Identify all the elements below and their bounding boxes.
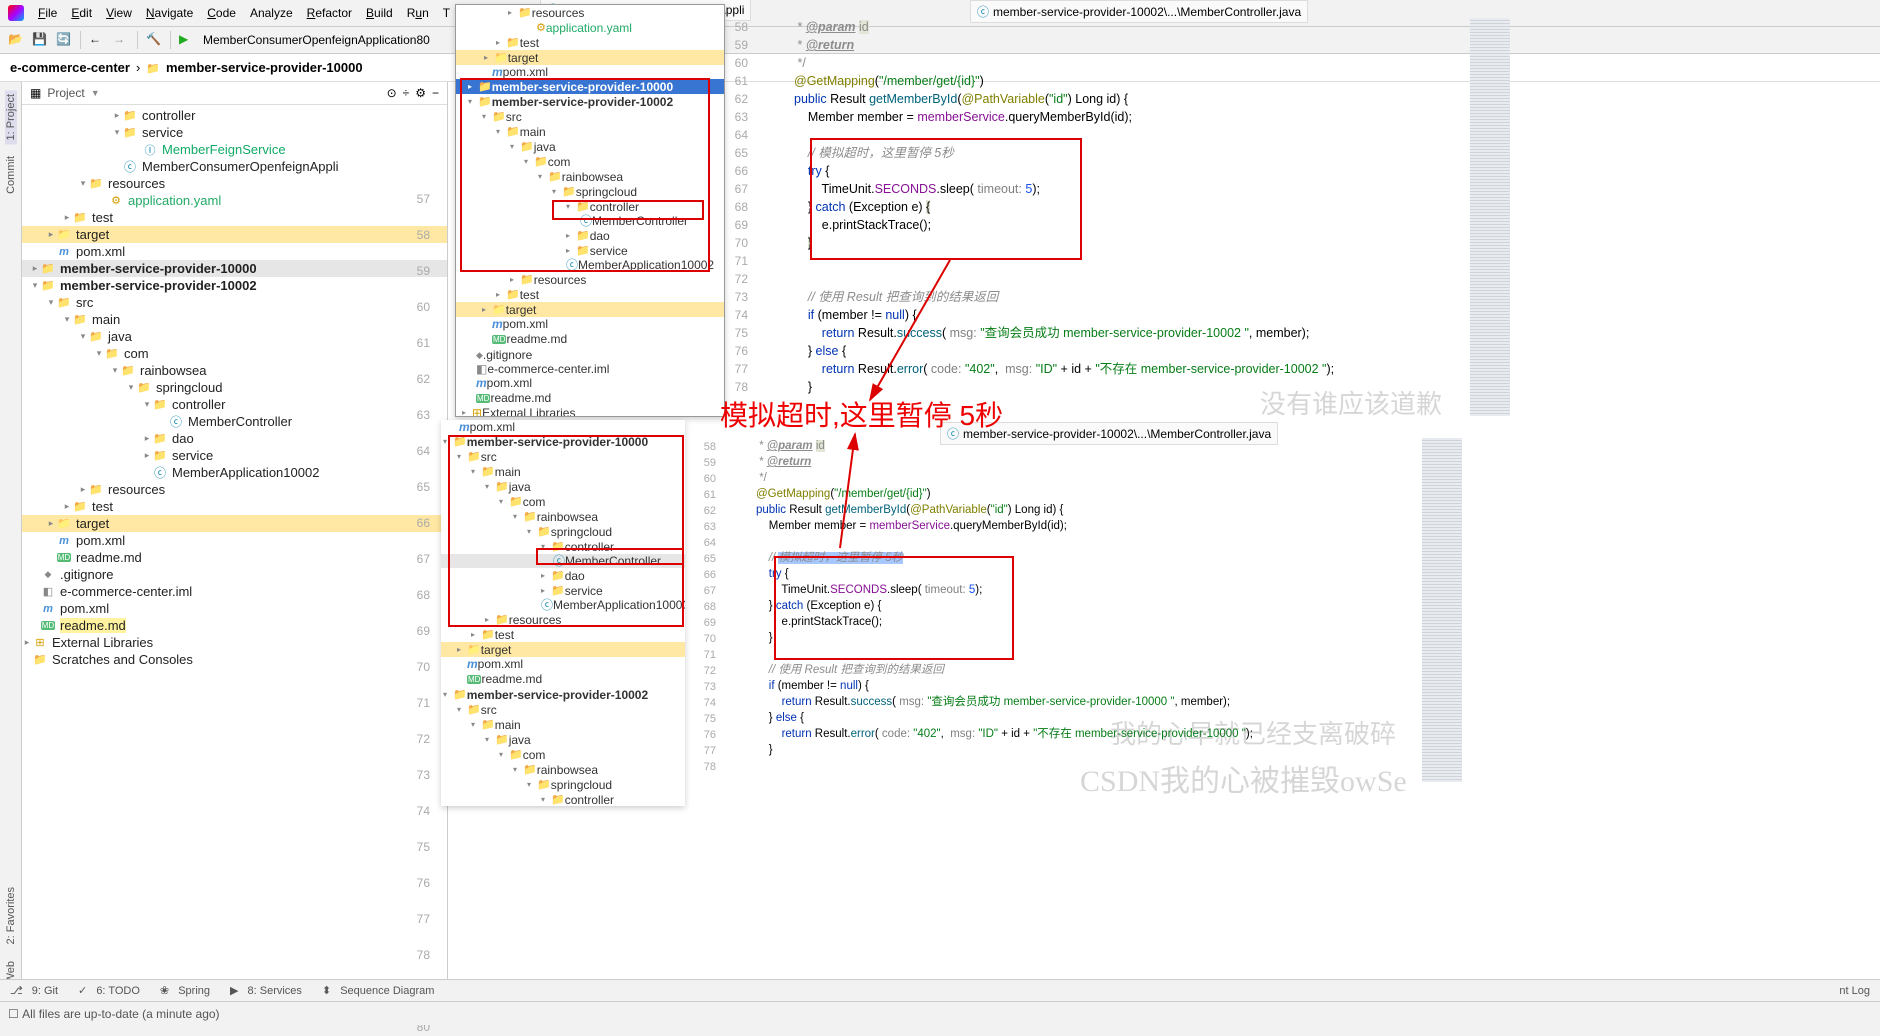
tab-label: member-service-provider-10002\...\Member… — [993, 5, 1301, 19]
tree-node-msp10000[interactable]: ▸member-service-provider-10000 — [22, 260, 447, 277]
tree-node-controller[interactable]: ▸controller — [22, 107, 447, 124]
status-icon: ☐ — [8, 1007, 19, 1021]
app-logo-icon — [8, 5, 24, 21]
tree-node-target[interactable]: ▸target — [22, 226, 447, 243]
menu-build[interactable]: Build — [360, 4, 399, 22]
open-icon[interactable]: 📂 — [8, 32, 24, 48]
folder-icon — [146, 60, 160, 75]
tree-node-target2[interactable]: ▸target — [22, 515, 447, 532]
tree-node-resources[interactable]: ▾resources — [22, 175, 447, 192]
tab-git[interactable]: ⎇ 9: Git — [4, 982, 70, 999]
tree-node-pom2[interactable]: pom.xml — [22, 532, 447, 549]
menu-run[interactable]: Run — [401, 4, 435, 22]
project-tool-window: ▦ Project ▼ ⊙ ÷ ⚙ − ▸controller ▾service… — [22, 82, 448, 987]
locate-icon[interactable]: ⊙ — [387, 86, 397, 100]
tree-node-java[interactable]: ▾java — [22, 328, 447, 345]
gutter-bg: 5758596061626364656667686970717273747576… — [402, 190, 436, 1036]
tree-node-member-controller[interactable]: MemberController — [22, 413, 447, 430]
tree-node-pom[interactable]: pom.xml — [22, 243, 447, 260]
gear-icon[interactable]: ⚙ — [415, 86, 426, 100]
sidebar-tab-project[interactable]: 1: Project — [5, 90, 17, 144]
tree-node-eciml[interactable]: e-commerce-center.iml — [22, 583, 447, 600]
tree-node-springcloud[interactable]: ▾springcloud — [22, 379, 447, 396]
tree-node-com[interactable]: ▾com — [22, 345, 447, 362]
tree-node-pom3[interactable]: pom.xml — [22, 600, 447, 617]
tree-node-service2[interactable]: ▸service — [22, 447, 447, 464]
sync-icon[interactable]: 🔄 — [56, 32, 72, 48]
menu-more[interactable]: T — [437, 4, 456, 22]
tree-node-test[interactable]: ▸test — [22, 209, 447, 226]
minimap-2[interactable] — [1422, 438, 1462, 782]
tree-node-scratch[interactable]: Scratches and Consoles — [22, 651, 447, 668]
forward-icon[interactable]: → — [113, 32, 129, 48]
tab-services[interactable]: ▶ 8: Services — [224, 982, 314, 999]
tree-node-resources2[interactable]: ▸resources — [22, 481, 447, 498]
bottom-tool-tabs: ⎇ 9: Git ✓ 6: TODO ❀ Spring ▶ 8: Service… — [0, 979, 1880, 1001]
tree-node-test2[interactable]: ▸test — [22, 498, 447, 515]
run-config-icon[interactable]: ▶ — [179, 32, 195, 48]
code-editor-2[interactable]: * @param id * @return */ @GetMapping("/m… — [756, 438, 1456, 758]
overlay-tree-10000[interactable]: pom.xml ▾member-service-provider-10000 ▾… — [441, 420, 685, 806]
left-tool-strip: 1: Project Commit 2: Favorites Web — [0, 82, 22, 987]
breadcrumb-module[interactable]: member-service-provider-10000 — [166, 60, 363, 75]
save-icon[interactable]: 💾 — [32, 32, 48, 48]
tree-node-controller2[interactable]: ▾controller — [22, 396, 447, 413]
collapse-icon[interactable]: ÷ — [403, 86, 410, 100]
status-bar: ☐ All files are up-to-date (a minute ago… — [0, 1001, 1880, 1025]
tree-node-readme2[interactable]: readme.md — [22, 617, 447, 634]
menu-view[interactable]: View — [100, 4, 138, 22]
project-title[interactable]: Project — [47, 86, 84, 100]
status-message: All files are up-to-date (a minute ago) — [22, 1007, 219, 1021]
menu-file[interactable]: FFileile — [32, 4, 63, 22]
sidebar-tab-commit[interactable]: Commit — [5, 152, 17, 198]
tree-node-consumer-app[interactable]: MemberConsumerOpenfeignAppli — [22, 158, 447, 175]
menu-navigate[interactable]: Navigate — [140, 4, 199, 22]
tree-node-src[interactable]: ▾src — [22, 294, 447, 311]
tab-spring[interactable]: ❀ Spring — [154, 982, 222, 999]
back-icon[interactable]: ← — [89, 32, 105, 48]
chevron-right-icon: › — [136, 60, 140, 75]
chevron-down-icon[interactable]: ▼ — [91, 88, 100, 98]
tree-node-rainbowsea[interactable]: ▾rainbowsea — [22, 362, 447, 379]
menu-edit[interactable]: Edit — [65, 4, 98, 22]
hide-icon[interactable]: − — [432, 86, 439, 100]
overlay-tree-10002[interactable]: ▸resources application.yaml ▸test ▸targe… — [455, 4, 725, 417]
tree-node-app-yaml[interactable]: application.yaml — [22, 192, 447, 209]
gutter-e1: 5859606162636465666768697071727374757677… — [720, 18, 754, 396]
breadcrumb-root[interactable]: e-commerce-center — [10, 60, 130, 75]
tree-node-gitignore[interactable]: .gitignore — [22, 566, 447, 583]
tree-node-readme[interactable]: readme.md — [22, 549, 447, 566]
code-editor-1[interactable]: * @param id * @return */ @GetMapping("/m… — [794, 18, 1474, 396]
build-icon[interactable]: 🔨 — [146, 32, 162, 48]
tab-eventlog[interactable]: nt Log — [1833, 983, 1876, 999]
tree-node-feign[interactable]: MemberFeignService — [22, 141, 447, 158]
menu-analyze[interactable]: Analyze — [244, 4, 299, 22]
tree-node-app10002[interactable]: MemberApplication10002 — [22, 464, 447, 481]
menu-code[interactable]: Code — [201, 4, 242, 22]
sidebar-tab-favorites[interactable]: 2: Favorites — [5, 883, 17, 948]
menu-refactor[interactable]: Refactor — [301, 4, 358, 22]
annotation-text: 模拟超时,这里暂停 5秒 — [720, 394, 1003, 434]
tree-node-main[interactable]: ▾main — [22, 311, 447, 328]
gutter-e2: 5859606162636465666768697071727374757677… — [688, 438, 722, 774]
tree-node-dao[interactable]: ▸dao — [22, 430, 447, 447]
tree-node-msp10002[interactable]: ▾member-service-provider-10002 — [22, 277, 447, 294]
tree-node-service[interactable]: ▾service — [22, 124, 447, 141]
project-tree[interactable]: ▸controller ▾service MemberFeignService … — [22, 105, 447, 987]
tree-node-extlib[interactable]: ▸External Libraries — [22, 634, 447, 651]
tab-sequence[interactable]: ⬍ Sequence Diagram — [316, 982, 446, 999]
run-config-name[interactable]: MemberConsumerOpenfeignApplication80 — [203, 33, 430, 47]
minimap-1[interactable] — [1470, 18, 1510, 416]
project-icon: ▦ — [30, 86, 41, 100]
tab-todo[interactable]: ✓ 6: TODO — [72, 982, 152, 999]
